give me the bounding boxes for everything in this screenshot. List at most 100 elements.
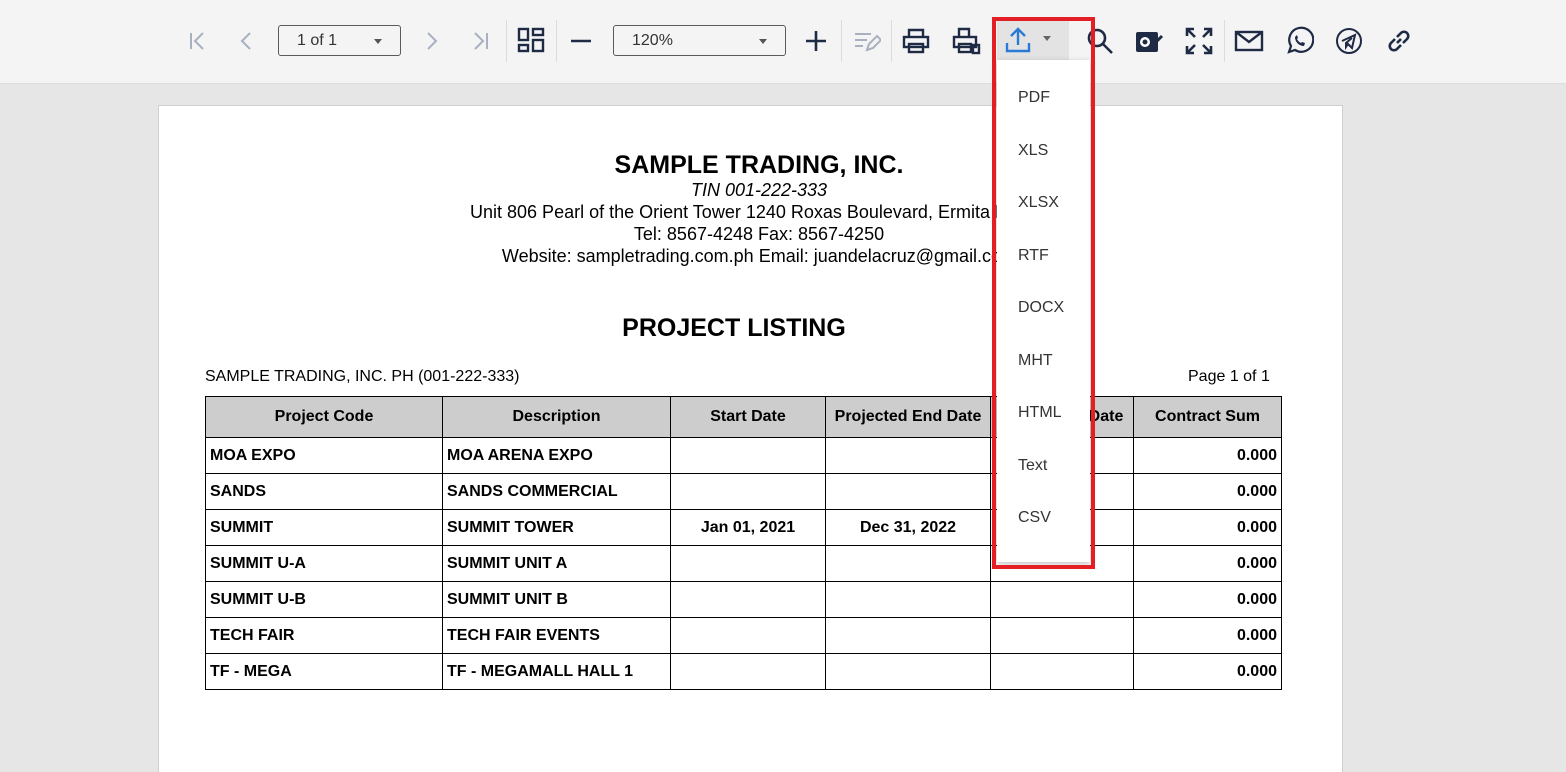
table-cell: TECH FAIR EVENTS xyxy=(442,617,671,654)
company-website: Website: sampletrading.com.ph Email: jua… xyxy=(501,246,1017,266)
export-menu-item-xlsx[interactable]: XLSX xyxy=(1018,194,1059,212)
zoom-out-button[interactable] xyxy=(562,22,600,60)
telegram-icon xyxy=(1336,28,1362,54)
table-header-row: Project Code Description Start Date Proj… xyxy=(205,396,1282,438)
link-icon xyxy=(1388,30,1410,52)
table-cell: Dec 31, 2022 xyxy=(825,509,991,546)
table-row: SUMMIT U-A SUMMIT UNIT A 0.000 xyxy=(205,545,1282,582)
export-menu-item-rtf[interactable]: RTF xyxy=(1018,247,1049,265)
copy-link-button[interactable] xyxy=(1380,22,1418,60)
company-phone: Tel: 8567-4248 Fax: 8567-4250 xyxy=(633,224,885,244)
printer-page-icon xyxy=(952,27,981,55)
table-cell: SUMMIT U-B xyxy=(205,581,443,618)
whatsapp-button[interactable] xyxy=(1280,22,1318,60)
zoom-select-value: 120% xyxy=(632,31,673,49)
page-layout-button[interactable] xyxy=(512,22,550,60)
toolbar-separator xyxy=(556,20,557,62)
table-cell: 0.000 xyxy=(1133,617,1282,654)
table-cell xyxy=(825,473,991,510)
document-view-icon xyxy=(1136,32,1164,52)
table-cell: 0.000 xyxy=(1133,437,1282,474)
table-cell xyxy=(825,617,991,654)
table-cell xyxy=(670,617,826,654)
table-cell xyxy=(670,581,826,618)
grid-layout-icon xyxy=(517,27,545,53)
email-button[interactable] xyxy=(1230,22,1268,60)
report-company-label: SAMPLE TRADING, INC. PH (001-222-333) xyxy=(205,368,520,385)
caret-down-icon xyxy=(759,39,767,44)
table-cell: 0.000 xyxy=(1133,581,1282,618)
edit-form-button[interactable] xyxy=(847,22,885,60)
company-name: SAMPLE TRADING, INC. xyxy=(614,151,904,179)
export-menu-item-docx[interactable]: DOCX xyxy=(1018,299,1064,317)
last-page-button[interactable] xyxy=(462,22,500,60)
minus-icon xyxy=(571,39,591,43)
fullscreen-button[interactable] xyxy=(1180,22,1218,60)
export-menu-item-text[interactable]: Text xyxy=(1018,457,1047,475)
next-page-button[interactable] xyxy=(412,22,450,60)
plus-icon xyxy=(806,31,826,51)
table-row: TECH FAIR TECH FAIR EVENTS 0.000 xyxy=(205,617,1282,654)
telegram-button[interactable] xyxy=(1330,22,1368,60)
print-page-button[interactable] xyxy=(947,22,985,60)
table-row: TF - MEGA TF - MEGAMALL HALL 1 0.000 xyxy=(205,653,1282,690)
table-row: SANDS SANDS COMMERCIAL 0.000 xyxy=(205,473,1282,510)
table-cell: TECH FAIR xyxy=(205,617,443,654)
page-counter: Page 1 of 1 xyxy=(1188,368,1270,385)
table-row: SUMMIT SUMMIT TOWER Jan 01, 2021 Dec 31, 20… xyxy=(205,509,1282,546)
toolbar-separator xyxy=(841,20,842,62)
table-cell: Jan 01, 2021 xyxy=(670,509,826,546)
table-cell: 0.000 xyxy=(1133,545,1282,582)
mail-icon xyxy=(1234,30,1264,52)
table-row: SUMMIT U-B SUMMIT UNIT B 0.000 xyxy=(205,581,1282,618)
project-table: Project Code Description Start Date Proj… xyxy=(205,396,1282,690)
print-button[interactable] xyxy=(897,22,935,60)
table-cell: SUMMIT TOWER xyxy=(442,509,671,546)
chevron-left-icon xyxy=(240,32,251,50)
table-row: MOA EXPO MOA ARENA EXPO 0.000 xyxy=(205,437,1282,474)
search-button[interactable] xyxy=(1081,22,1119,60)
export-menu-item-pdf[interactable]: PDF xyxy=(1018,89,1050,107)
export-menu-item-xls[interactable]: XLS xyxy=(1018,142,1048,160)
table-cell: 0.000 xyxy=(1133,509,1282,546)
export-button[interactable] xyxy=(997,20,1069,60)
company-tin: TIN 001-222-333 xyxy=(690,180,828,200)
table-cell: TF - MEGAMALL HALL 1 xyxy=(442,653,671,690)
whatsapp-icon xyxy=(1287,26,1314,54)
toolbar-separator xyxy=(506,20,507,62)
column-header: Projected End Date xyxy=(825,396,991,438)
page-select[interactable]: 1 of 1 xyxy=(278,25,401,56)
column-header: Project Code xyxy=(205,396,443,438)
report-title: PROJECT LISTING xyxy=(622,314,846,342)
table-cell xyxy=(990,617,1134,654)
export-menu-item-mht[interactable]: MHT xyxy=(1018,352,1053,370)
toolbar-separator xyxy=(891,20,892,62)
table-cell: 0.000 xyxy=(1133,473,1282,510)
table-cell: 0.000 xyxy=(1133,653,1282,690)
chevron-right-icon xyxy=(427,32,438,50)
export-menu-item-html[interactable]: HTML xyxy=(1018,404,1062,422)
previous-page-button[interactable] xyxy=(228,22,266,60)
view-document-button[interactable] xyxy=(1130,22,1168,60)
table-cell: SUMMIT UNIT B xyxy=(442,581,671,618)
first-page-button[interactable] xyxy=(178,22,216,60)
table-cell xyxy=(670,437,826,474)
first-page-icon xyxy=(190,32,204,50)
zoom-in-button[interactable] xyxy=(797,22,835,60)
table-cell xyxy=(670,545,826,582)
table-cell xyxy=(670,653,826,690)
report-page: SAMPLE TRADING, INC. TIN 001-222-333 Uni… xyxy=(158,105,1343,772)
export-menu-item-csv[interactable]: CSV xyxy=(1018,509,1051,527)
search-icon xyxy=(1087,28,1113,54)
fullscreen-icon xyxy=(1185,27,1213,55)
column-header: Description xyxy=(442,396,671,438)
column-header: Start Date xyxy=(670,396,826,438)
zoom-select[interactable]: 120% xyxy=(613,25,786,56)
table-cell xyxy=(825,653,991,690)
table-cell xyxy=(825,581,991,618)
table-cell: SANDS COMMERCIAL xyxy=(442,473,671,510)
table-cell: MOA ARENA EXPO xyxy=(442,437,671,474)
caret-down-icon xyxy=(374,39,382,44)
table-cell xyxy=(825,545,991,582)
table-cell: TF - MEGA xyxy=(205,653,443,690)
